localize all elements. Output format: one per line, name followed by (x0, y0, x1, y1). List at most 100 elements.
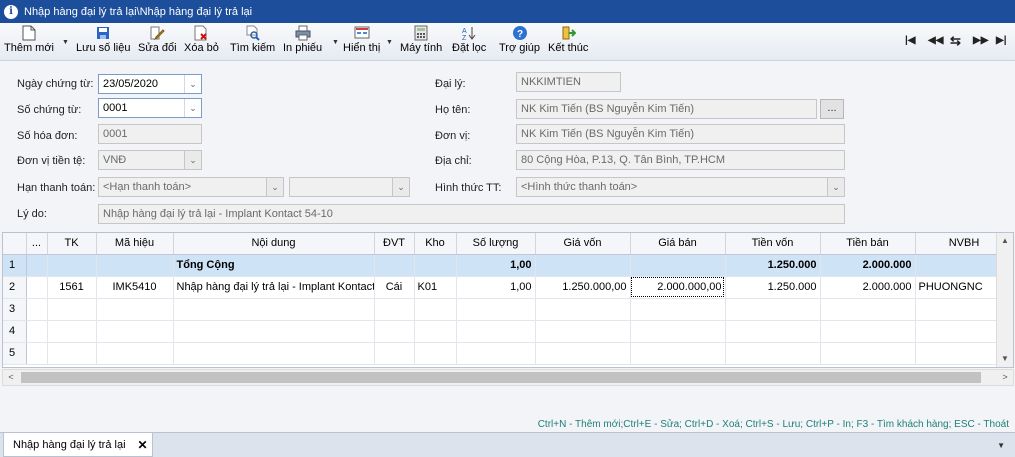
total-row[interactable]: 1 Tổng Cộng 1,00 1.250.000 2.000.000 (3, 254, 1013, 277)
address-field[interactable]: 80 Cộng Hòa, P.13, Q. Tân Bình, TP.HCM (516, 150, 845, 170)
reason-field[interactable]: Nhập hàng đại lý trả lại - Implant Konta… (98, 204, 845, 224)
table-cell[interactable] (26, 254, 48, 277)
scroll-left-icon[interactable]: < (3, 370, 19, 385)
table-row[interactable]: 2 1561 IMK5410 Nhập hàng đại lý trả lại … (3, 276, 1013, 299)
scrollbar-thumb[interactable] (21, 372, 981, 383)
table-cell[interactable] (414, 298, 457, 321)
scroll-right-icon[interactable]: > (997, 370, 1013, 385)
column-header[interactable]: Nội dung (173, 233, 375, 255)
table-cell[interactable] (26, 342, 48, 365)
table-cell[interactable] (820, 342, 916, 365)
table-cell[interactable] (173, 342, 375, 365)
table-cell[interactable]: 1,00 (456, 276, 536, 299)
table-cell[interactable] (47, 298, 97, 321)
lookup-customer-button[interactable]: ... (820, 99, 844, 119)
payment-method-field[interactable]: <Hình thức thanh toán> ⌄ (516, 177, 845, 197)
table-cell[interactable] (414, 342, 457, 365)
first-record-icon[interactable]: |◀ (905, 35, 916, 46)
table-row[interactable]: 4 (3, 320, 1013, 343)
table-cell[interactable]: 1.250.000 (725, 276, 821, 299)
table-cell[interactable] (630, 298, 726, 321)
table-cell[interactable] (47, 342, 97, 365)
table-cell[interactable] (96, 320, 174, 343)
table-cell[interactable] (820, 298, 916, 321)
help-button[interactable]: ? Trợ giúp (499, 25, 540, 59)
last-record-icon[interactable]: ▶| (996, 35, 1007, 46)
chevron-down-icon[interactable]: ⌄ (392, 178, 409, 196)
column-header[interactable]: Mã hiệu (96, 233, 174, 255)
table-cell[interactable] (456, 320, 536, 343)
table-cell[interactable] (374, 298, 415, 321)
table-row[interactable]: 5 (3, 342, 1013, 365)
table-cell[interactable] (26, 276, 48, 299)
table-cell[interactable] (374, 320, 415, 343)
table-cell[interactable] (96, 342, 174, 365)
table-cell[interactable] (535, 320, 631, 343)
column-header[interactable]: Tiền bán (820, 233, 916, 255)
column-header[interactable]: Số lượng (456, 233, 536, 255)
table-cell[interactable] (725, 342, 821, 365)
table-cell[interactable]: Cái (374, 276, 415, 299)
payment-due-field[interactable]: <Hạn thanh toán> ⌄ (98, 177, 284, 197)
horizontal-scrollbar[interactable]: < > (2, 369, 1014, 386)
close-icon[interactable]: ✕ (138, 438, 148, 452)
add-new-button[interactable]: Thêm mới (4, 25, 54, 59)
scroll-up-icon[interactable]: ▲ (997, 233, 1013, 249)
table-cell[interactable] (456, 298, 536, 321)
table-cell[interactable]: K01 (414, 276, 457, 299)
next-record-icon[interactable]: ▶▶ (973, 35, 988, 46)
edit-button[interactable]: Sửa đổi (138, 25, 177, 59)
full-name-field[interactable]: NK Kim Tiến (BS Nguyễn Kim Tiến) (516, 99, 817, 119)
delete-button[interactable]: Xóa bỏ (184, 25, 219, 59)
voucher-number-field[interactable]: 0001 ⌄ (98, 98, 202, 118)
table-cell[interactable] (173, 320, 375, 343)
chevron-down-icon[interactable]: ⌄ (184, 151, 201, 169)
vertical-scrollbar[interactable]: ▲ ▼ (996, 233, 1013, 367)
table-cell[interactable] (26, 320, 48, 343)
chevron-down-icon[interactable]: ⌄ (266, 178, 283, 196)
table-cell[interactable] (96, 254, 174, 277)
table-cell[interactable] (725, 320, 821, 343)
table-cell[interactable] (535, 254, 631, 277)
table-cell[interactable] (374, 254, 415, 277)
table-cell[interactable]: 2.000.000 (820, 276, 916, 299)
table-cell[interactable] (456, 342, 536, 365)
table-row[interactable]: 3 (3, 298, 1013, 321)
search-button[interactable]: Tìm kiếm (230, 25, 275, 59)
table-cell[interactable]: Nhập hàng đại lý trả lại - Implant Konta… (173, 276, 375, 299)
add-new-dropdown-icon[interactable]: ▼ (62, 39, 69, 46)
tab-list-dropdown-icon[interactable]: ▼ (997, 441, 1005, 450)
column-header[interactable]: Kho (414, 233, 457, 255)
table-cell[interactable] (47, 254, 97, 277)
payment-due-secondary-field[interactable]: ⌄ (289, 177, 410, 197)
chevron-down-icon[interactable]: ⌄ (827, 178, 844, 196)
table-cell[interactable] (96, 298, 174, 321)
table-cell[interactable] (26, 298, 48, 321)
table-cell[interactable]: 1.250.000 (725, 254, 821, 277)
display-button[interactable]: Hiển thị (343, 25, 380, 59)
tab-return-goods[interactable]: Nhập hàng đại lý trả lại ✕ (3, 433, 153, 457)
print-button[interactable]: In phiếu (283, 25, 322, 59)
column-header[interactable]: ... (26, 233, 48, 255)
table-cell[interactable]: Tổng Cộng (173, 254, 375, 277)
table-cell[interactable] (414, 254, 457, 277)
table-cell[interactable]: 1.250.000,00 (535, 276, 631, 299)
currency-field[interactable]: VNĐ ⌄ (98, 150, 202, 170)
column-header[interactable]: ĐVT (374, 233, 415, 255)
calculator-button[interactable]: Máy tính (400, 25, 442, 59)
filter-button[interactable]: AZ Đặt lọc (452, 25, 486, 59)
table-cell[interactable]: IMK5410 (96, 276, 174, 299)
column-header[interactable]: Giá vốn (535, 233, 631, 255)
table-cell[interactable] (535, 342, 631, 365)
table-cell[interactable]: 2.000.000 (820, 254, 916, 277)
table-cell[interactable] (630, 342, 726, 365)
table-cell[interactable] (725, 298, 821, 321)
table-cell[interactable] (630, 320, 726, 343)
table-cell[interactable] (47, 320, 97, 343)
unit-field[interactable]: NK Kim Tiến (BS Nguyễn Kim Tiến) (516, 124, 845, 144)
table-cell[interactable] (173, 298, 375, 321)
table-cell[interactable] (820, 320, 916, 343)
chevron-down-icon[interactable]: ⌄ (184, 75, 201, 93)
table-cell[interactable] (630, 254, 726, 277)
table-cell[interactable]: 1,00 (456, 254, 536, 277)
